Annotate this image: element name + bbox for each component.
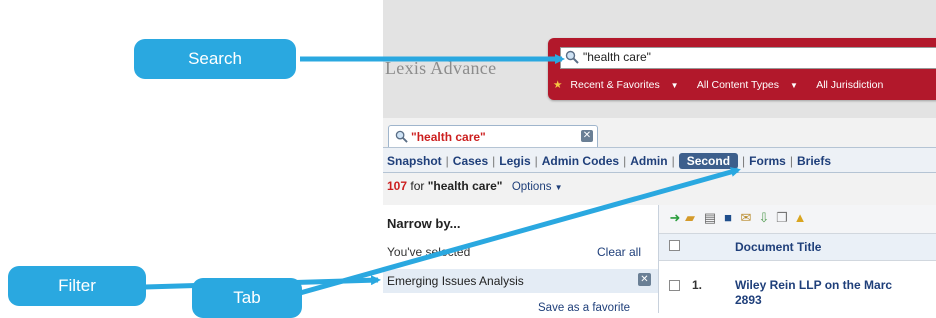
tab-admin[interactable]: Admin [630,154,667,168]
print-icon[interactable]: ▤ [703,211,717,225]
tab-briefs[interactable]: Briefs [797,154,831,168]
query-tab[interactable]: "health care" ✕ [388,125,598,147]
tab-legis[interactable]: Legis [499,154,530,168]
result-number: 1. [692,278,703,292]
tab-snapshot[interactable]: Snapshot [387,154,442,168]
tab-separator: | [534,154,538,168]
search-bar: "health care" ★ Recent & Favorites ▼ All … [548,38,936,100]
caret-down-icon: ▼ [789,81,798,90]
copy-icon[interactable]: ❐ [775,211,789,225]
results-query: "health care" [427,179,503,193]
app-logo: Lexis Advance™ [385,58,503,78]
narrow-by-heading: Narrow by... [387,216,461,231]
results-panel: ➜ ▰ ▤ ■ ✉ ⇩ ❐ ▲ Document Title 1. Wiley … [659,205,936,313]
tab-separator: | [492,154,496,168]
tab-forms[interactable]: Forms [749,154,786,168]
result-count: 107 [387,179,408,193]
tab-separator: | [445,154,449,168]
tab-separator: | [742,154,746,168]
result-title-link[interactable]: Wiley Rein LLP on the Marc 2893 [735,278,935,308]
tab-callout: Tab [192,278,302,318]
star-icon: ★ [553,79,563,91]
alert-bell-icon[interactable]: ▲ [793,211,807,225]
tab-cases[interactable]: Cases [453,154,488,168]
recent-favorites-menu[interactable]: ★ Recent & Favorites ▼ [553,79,687,91]
search-callout: Search [134,39,296,79]
select-all-checkbox[interactable] [669,240,680,251]
content-types-menu[interactable]: All Content Types ▼ [697,79,806,91]
remove-filter-icon[interactable]: ✕ [638,273,651,286]
result-checkbox[interactable] [669,280,680,291]
save-icon[interactable]: ■ [721,211,735,225]
filter-callout: Filter [8,266,146,306]
search-filters: ★ Recent & Favorites ▼ All Content Types … [553,79,936,95]
clear-all-link[interactable]: Clear all [597,245,641,259]
results-toolbar: ➜ ▰ ▤ ■ ✉ ⇩ ❐ ▲ [659,205,936,234]
filter-label: Emerging Issues Analysis [387,274,524,288]
folder-icon[interactable]: ▰ [683,211,697,225]
search-icon [395,130,408,148]
results-header-row: Document Title [659,234,936,261]
save-favorite-link[interactable]: Save as a favorite [538,302,630,313]
caret-down-icon: ▼ [554,183,563,192]
tab-separator: | [671,154,675,168]
selected-label: You've selected [387,245,471,259]
query-tab-label: "health care" [411,130,486,144]
search-input[interactable]: "health care" [560,47,936,69]
arrow-right-icon[interactable]: ➜ [668,211,682,225]
results-summary: 107 for "health care" Options ▼ [383,179,936,199]
email-icon[interactable]: ✉ [739,211,753,225]
options-menu[interactable]: Options ▼ [512,181,563,193]
close-tab-icon[interactable]: ✕ [581,130,593,142]
search-icon [565,50,579,67]
jurisdictions-menu[interactable]: All Jurisdiction [816,79,883,91]
selected-filter: Emerging Issues Analysis ✕ [383,269,658,293]
content-type-tabs: Snapshot | Cases | Legis | Admin Codes | Admin | S… [383,147,936,173]
tab-separator: | [623,154,627,168]
download-icon[interactable]: ⇩ [757,211,771,225]
tab-separator: | [789,154,793,168]
caret-down-icon: ▼ [670,81,679,90]
tab-second[interactable]: Second [678,153,739,169]
search-query-text: "health care" [583,50,651,64]
results-for-text: for [410,179,425,193]
narrow-by-panel: Narrow by... You've selected Clear all E… [383,205,659,313]
tab-admin-codes[interactable]: Admin Codes [542,154,619,168]
top-bar: Lexis Advance™ "health care" ★ Recent & F… [383,0,936,118]
document-title-header[interactable]: Document Title [735,240,821,254]
screenshot-panel: Lexis Advance™ "health care" ★ Recent & F… [383,0,936,313]
